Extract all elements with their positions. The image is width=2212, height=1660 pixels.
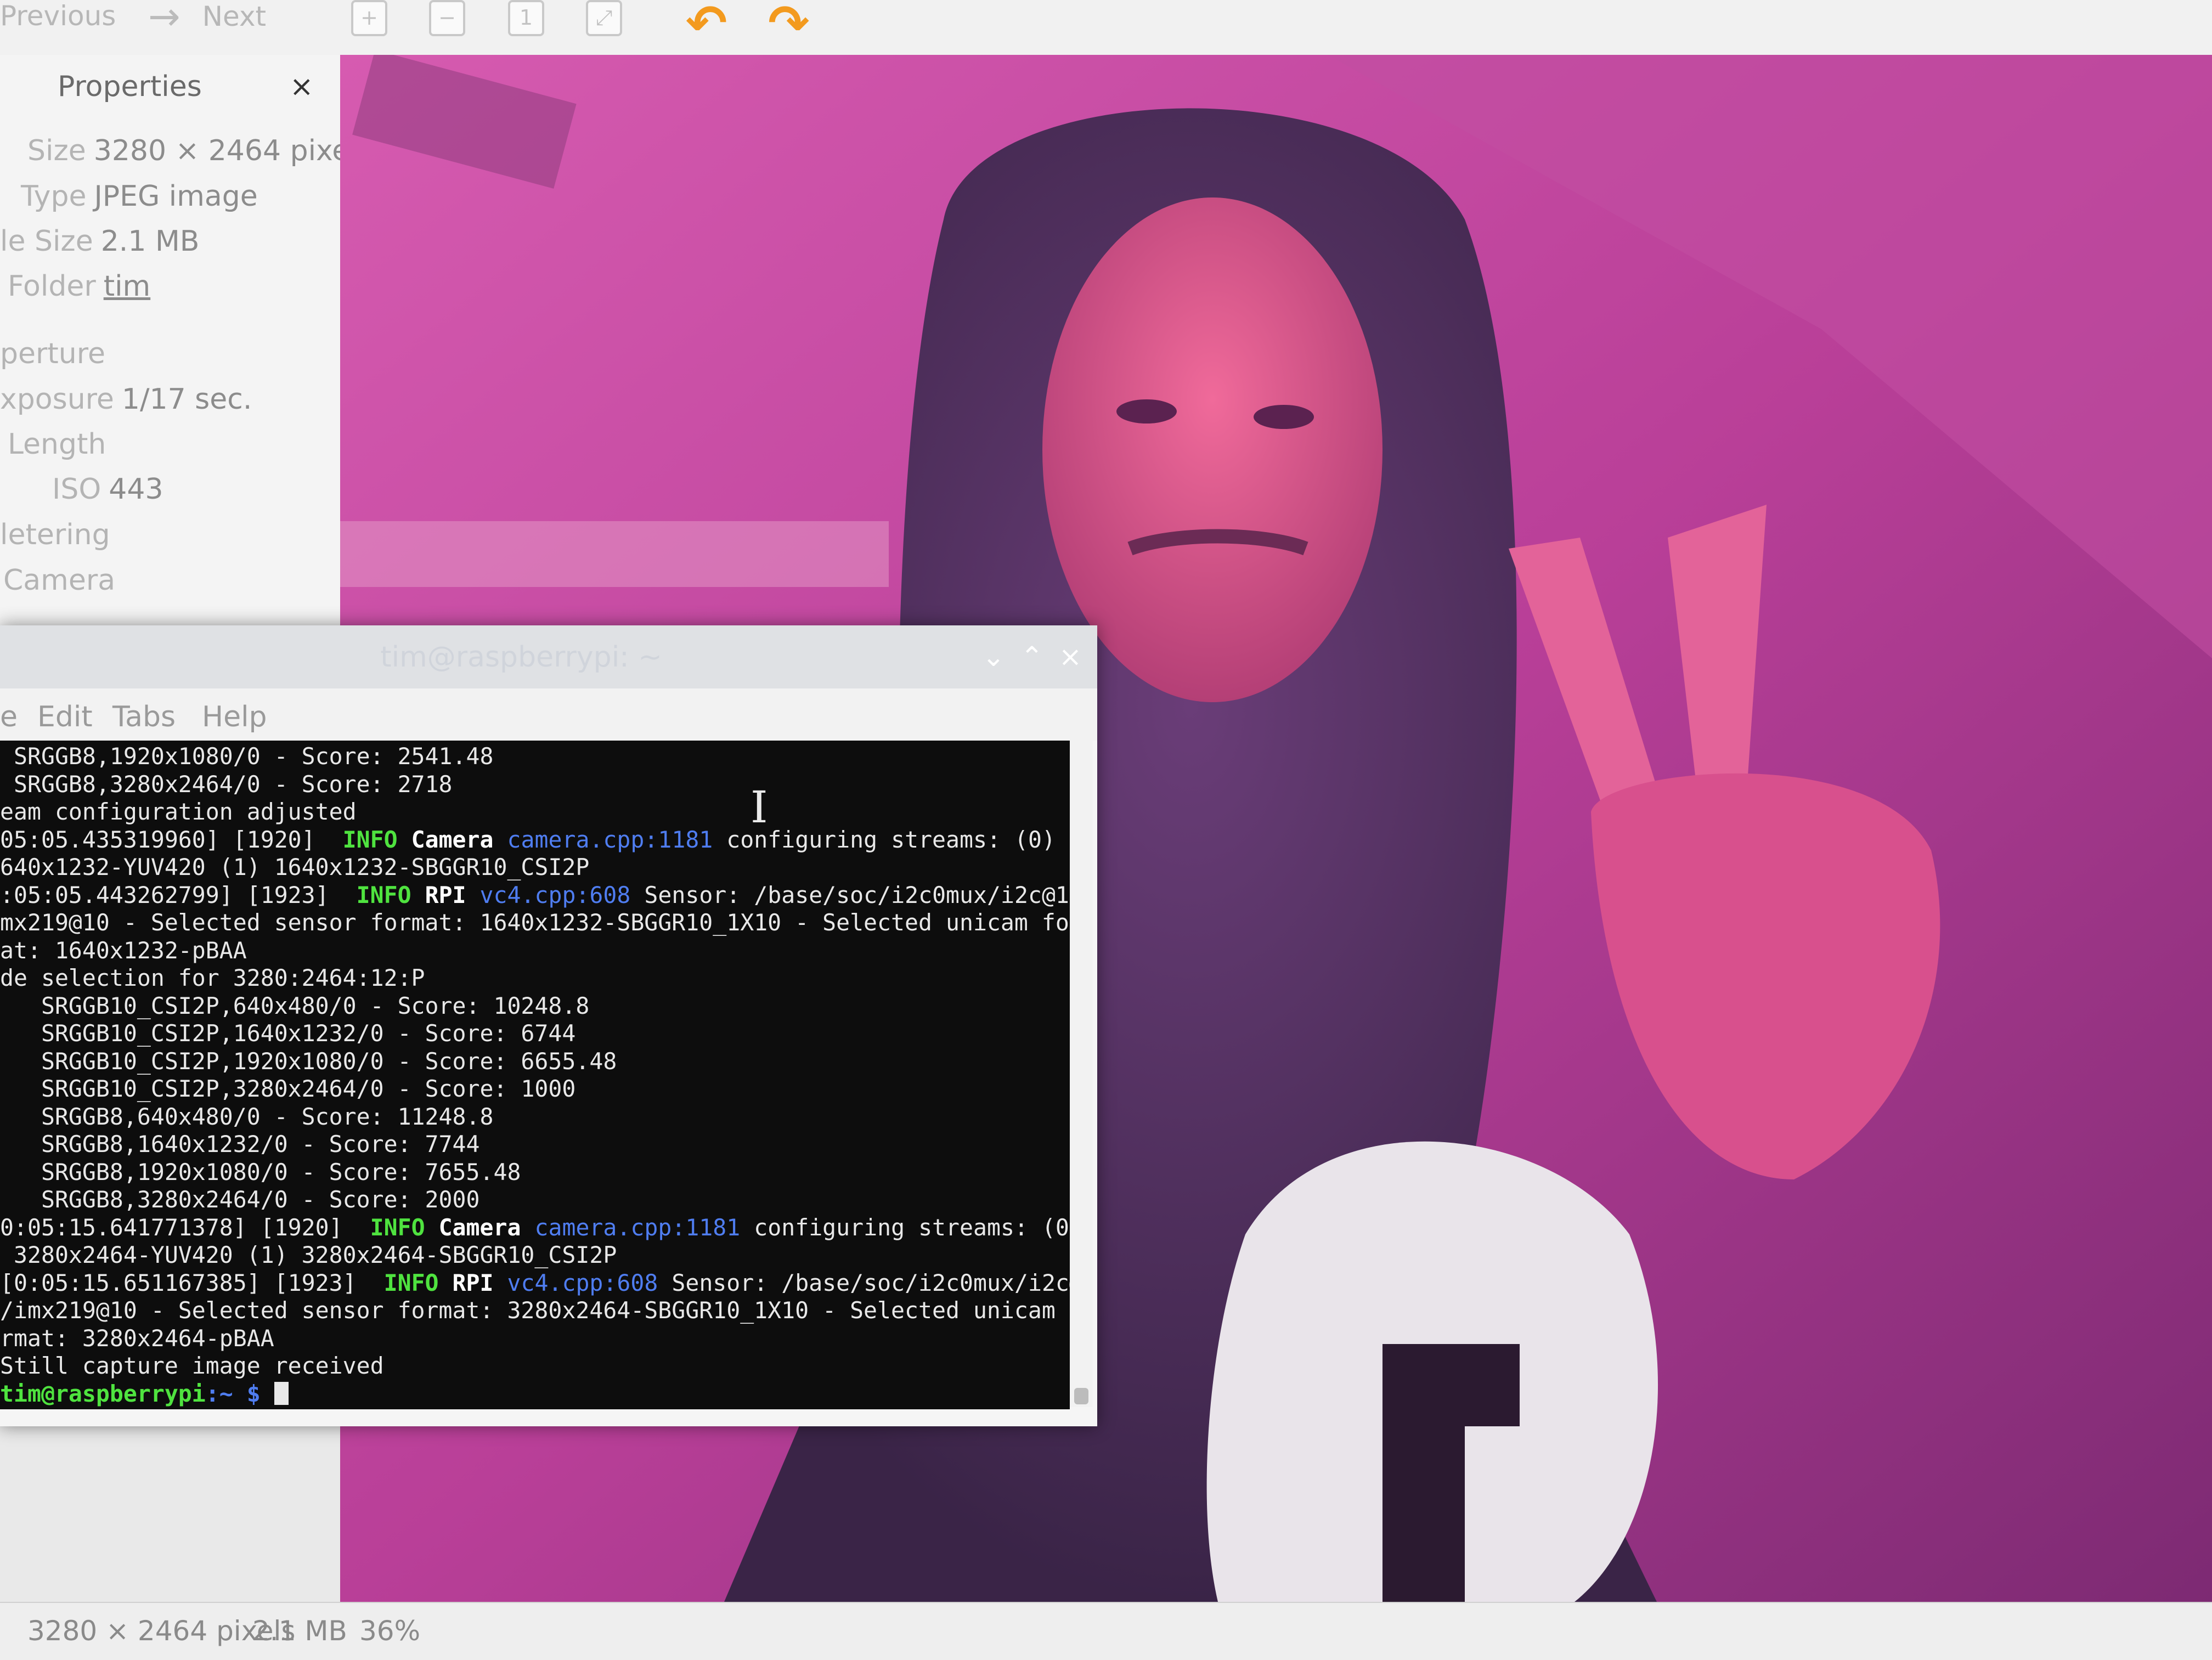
terminal-output[interactable]: SRGGB8,1920x1080/0 - Score: 2541.48 SRGG… xyxy=(0,741,1070,1409)
property-focal-length: Length xyxy=(8,428,106,461)
status-filesize: 2.1 MB xyxy=(252,1615,347,1647)
properties-title: Properties xyxy=(58,70,202,103)
terminal-titlebar[interactable]: tim@raspberrypi: ~ ⌄ ⌃ × xyxy=(0,625,1097,690)
zoom-original-icon[interactable]: 1 xyxy=(508,0,544,36)
properties-panel: Properties × Size 3280 × 2464 pixels Type… xyxy=(0,55,373,631)
property-folder: Folder tim xyxy=(8,270,151,303)
zoom-in-icon[interactable]: + xyxy=(351,0,387,36)
terminal-window[interactable]: tim@raspberrypi: ~ ⌄ ⌃ × e Edit Tabs Hel… xyxy=(0,625,1097,1426)
rotate-left-icon[interactable]: ↶ xyxy=(686,0,727,52)
property-iso: ISO 443 xyxy=(52,473,163,506)
zoom-out-icon[interactable]: − xyxy=(429,0,465,36)
terminal-line: 05:05.435319960] [1920] INFO Camera came… xyxy=(0,826,1056,853)
terminal-line: SRGGB8,1640x1232/0 - Score: 7744 xyxy=(0,1131,480,1158)
terminal-cursor xyxy=(274,1381,289,1405)
terminal-line: eam configuration adjusted xyxy=(0,798,357,825)
terminal-line: :05:05.443262799] [1923] INFO RPI vc4.cp… xyxy=(0,881,1069,908)
menu-help[interactable]: Help xyxy=(202,701,267,733)
terminal-line: SRGGB8,1920x1080/0 - Score: 7655.48 xyxy=(0,1158,521,1185)
next-button[interactable]: → Next xyxy=(148,0,267,39)
property-metering: letering xyxy=(0,518,110,551)
terminal-line: SRGGB8,1920x1080/0 - Score: 2541.48 xyxy=(0,743,494,770)
terminal-line: at: 1640x1232-pBAA xyxy=(0,936,247,964)
rotate-right-icon[interactable]: ↷ xyxy=(768,0,809,52)
scrollbar-thumb[interactable] xyxy=(1074,1388,1088,1404)
terminal-line: Still capture image received xyxy=(0,1352,384,1379)
status-bar: 3280 × 2464 pixels 2.1 MB 36% xyxy=(0,1602,2212,1660)
terminal-line: mx219@10 - Selected sensor format: 1640x… xyxy=(0,909,1069,936)
previous-label: Previous xyxy=(0,0,116,32)
folder-link[interactable]: tim xyxy=(104,270,151,303)
previous-button[interactable]: Previous xyxy=(0,0,116,33)
terminal-line: SRGGB10_CSI2P,1920x1080/0 - Score: 6655.… xyxy=(0,1047,617,1075)
terminal-line: SRGGB10_CSI2P,640x480/0 - Score: 10248.8 xyxy=(0,992,590,1019)
terminal-prompt[interactable]: tim@raspberrypi:~ $ xyxy=(0,1380,1070,1408)
menu-tabs[interactable]: Tabs xyxy=(112,701,176,733)
close-window-icon[interactable]: × xyxy=(1059,641,1082,673)
terminal-line: SRGGB8,3280x2464/0 - Score: 2000 xyxy=(0,1186,480,1213)
status-zoom: 36% xyxy=(359,1615,421,1647)
terminal-line: SRGGB10_CSI2P,3280x2464/0 - Score: 1000 xyxy=(0,1075,576,1102)
next-label: Next xyxy=(202,1,267,32)
property-file-size: le Size 2.1 MB xyxy=(0,225,200,258)
menu-file[interactable]: e xyxy=(0,701,18,733)
terminal-title: tim@raspberrypi: ~ xyxy=(380,641,662,674)
property-type: Type JPEG image xyxy=(21,180,258,213)
terminal-line: 3280x2464-YUV420 (1) 3280x2464-SBGGR10_C… xyxy=(0,1241,617,1268)
terminal-line: /imx219@10 - Selected sensor format: 328… xyxy=(0,1297,1070,1324)
terminal-line: [0:05:15.651167385] [1923] INFO RPI vc4.… xyxy=(0,1269,1070,1296)
terminal-line: SRGGB8,640x480/0 - Score: 11248.8 xyxy=(0,1103,494,1130)
next-arrow-icon: → xyxy=(148,0,180,39)
terminal-line: SRGGB10_CSI2P,1640x1232/0 - Score: 6744 xyxy=(0,1020,576,1047)
property-camera: Camera xyxy=(3,564,116,597)
text-cursor-icon: I xyxy=(751,782,768,833)
terminal-scrollbar[interactable] xyxy=(1070,741,1093,1407)
terminal-line: rmat: 3280x2464-pBAA xyxy=(0,1324,274,1352)
property-exposure: xposure 1/17 sec. xyxy=(0,383,252,416)
maximize-icon[interactable]: ⌃ xyxy=(1020,641,1043,673)
menu-edit[interactable]: Edit xyxy=(37,701,93,733)
zoom-fit-icon[interactable]: ⤢ xyxy=(586,0,622,36)
terminal-menubar: e Edit Tabs Help xyxy=(0,688,1097,741)
terminal-line: 0:05:15.641771378] [1920] INFO Camera ca… xyxy=(0,1213,1070,1241)
close-icon[interactable]: × xyxy=(290,70,314,103)
terminal-line: de selection for 3280:2464:12:P xyxy=(0,964,425,991)
property-aperture: perture xyxy=(0,337,105,370)
property-size: Size 3280 × 2464 pixels xyxy=(27,134,373,167)
terminal-line: 640x1232-YUV420 (1) 1640x1232-SBGGR10_CS… xyxy=(0,854,590,880)
terminal-line: SRGGB8,3280x2464/0 - Score: 2718 xyxy=(0,770,453,798)
toolbar: Previous → Next + − 1 ⤢ ↶ ↷ xyxy=(0,0,2212,56)
minimize-icon[interactable]: ⌄ xyxy=(982,641,1005,673)
